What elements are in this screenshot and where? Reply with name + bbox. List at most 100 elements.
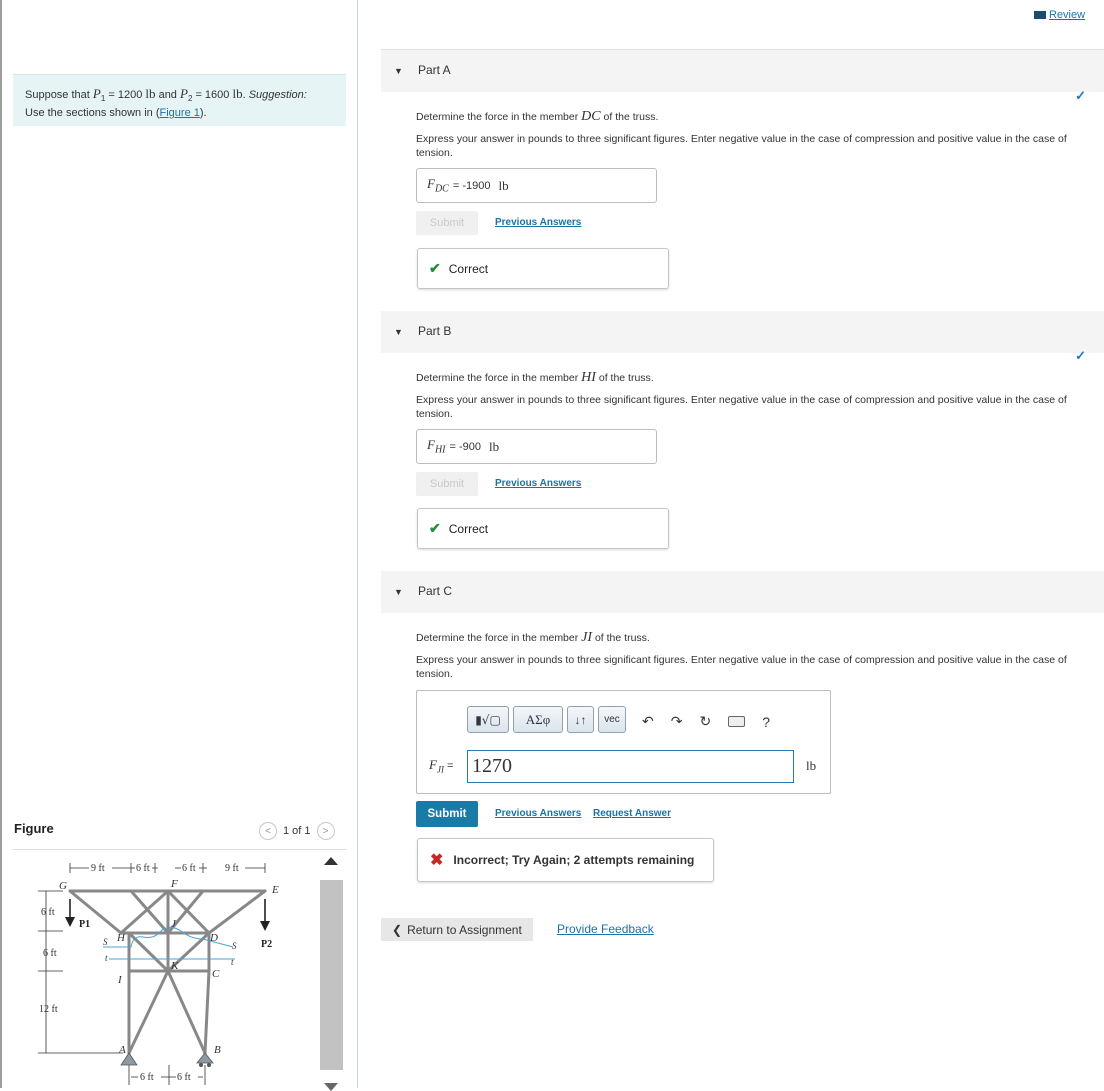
- left-edge-bar: [0, 0, 2, 1088]
- collapse-triangle-icon[interactable]: ▼: [394, 587, 403, 597]
- and-text: and: [155, 89, 180, 101]
- answer-value: = -1900: [452, 179, 491, 192]
- part-b-instructions: Express your answer in pounds to three s…: [416, 394, 1067, 420]
- section-s-right: S: [232, 941, 237, 951]
- part-c-question: Determine the force in the member JI of …: [416, 630, 650, 646]
- figure-divider: [13, 849, 346, 850]
- member-hi: HI: [581, 370, 596, 385]
- answer-unit: lb: [498, 177, 509, 193]
- correct-check-icon: ✔: [429, 260, 441, 276]
- part-a-submit-button: Submit: [416, 211, 478, 235]
- section-s-left: S: [103, 937, 108, 947]
- answer-unit: lb: [806, 758, 817, 773]
- template-icon: ▮√▢: [475, 712, 501, 727]
- math-answer-editor: ▮√▢ ΑΣφ ↓↑ vec ↶ ↷ ↻ ? FJI = 1270 lb: [416, 690, 831, 794]
- part-a-instructions: Express your answer in pounds to three s…: [416, 133, 1067, 159]
- part-c-header[interactable]: ▼ Part C: [381, 571, 1104, 613]
- panel-divider: [357, 0, 358, 1088]
- unit-lb-2: lb: [232, 86, 243, 101]
- templates-button[interactable]: ▮√▢: [467, 706, 509, 733]
- undo-icon[interactable]: ↶: [642, 713, 654, 730]
- node-i: I: [117, 974, 123, 986]
- dim-left-2: 6 ft: [43, 948, 57, 959]
- part-b-feedback: ✔ Correct: [417, 508, 669, 549]
- arrows-button[interactable]: ↓↑: [567, 706, 594, 733]
- answer-unit: lb: [489, 438, 500, 454]
- node-h: H: [116, 932, 126, 944]
- part-c-feedback: ✖ Incorrect; Try Again; 2 attempts remai…: [417, 838, 714, 882]
- part-a-feedback: ✔ Correct: [417, 248, 669, 289]
- question-prefix: Determine the force in the member: [416, 111, 582, 123]
- greek-symbols-button[interactable]: ΑΣφ: [513, 706, 563, 733]
- incorrect-x-icon: ✖: [430, 852, 444, 869]
- redo-icon[interactable]: ↷: [671, 713, 683, 730]
- close-paren: ).: [199, 107, 207, 120]
- part-a-previous-answers-link[interactable]: Previous Answers: [495, 217, 581, 228]
- question-suffix: of the truss.: [592, 632, 650, 644]
- node-b: B: [214, 1044, 221, 1056]
- figure-page-count: 1 of 1: [283, 825, 311, 837]
- review-label[interactable]: Review: [1049, 9, 1085, 21]
- member-ji: JI: [581, 630, 593, 645]
- part-a-question: Determine the force in the member DC of …: [416, 109, 658, 125]
- answer-input[interactable]: 1270: [467, 750, 794, 783]
- problem-text: Suppose that: [25, 89, 90, 101]
- scroll-down-icon[interactable]: [324, 1083, 338, 1091]
- next-figure-button[interactable]: >: [316, 822, 335, 840]
- dim-top-1: 9 ft: [91, 863, 105, 874]
- book-icon: [1034, 11, 1046, 19]
- figure-scroll-thumb[interactable]: [320, 880, 343, 1070]
- provide-feedback-link[interactable]: Provide Feedback: [557, 922, 654, 936]
- question-prefix: Determine the force in the member: [416, 372, 582, 384]
- dim-left-1: 6 ft: [41, 907, 55, 918]
- part-b-title: Part B: [418, 324, 452, 338]
- part-c-previous-answers-link[interactable]: Previous Answers: [495, 808, 581, 819]
- figure-pager: < 1 of 1 >: [259, 822, 335, 840]
- p2-value: = 1600: [192, 89, 233, 101]
- part-c-submit-button[interactable]: Submit: [416, 801, 478, 827]
- part-c-instructions: Express your answer in pounds to three s…: [416, 654, 1067, 680]
- p2-symbol: P: [179, 86, 188, 101]
- reset-icon[interactable]: ↻: [699, 713, 711, 730]
- help-icon[interactable]: ?: [762, 714, 770, 730]
- problem-statement: Suppose that P1 = 1200 lb and P2 = 1600 …: [13, 74, 346, 126]
- math-toolbar: ▮√▢ ΑΣφ ↓↑ vec: [467, 706, 626, 733]
- question-prefix: Determine the force in the member: [416, 632, 582, 644]
- part-b-previous-answers-link[interactable]: Previous Answers: [495, 478, 581, 489]
- node-a: A: [118, 1044, 126, 1056]
- part-b-submit-button: Submit: [416, 472, 478, 496]
- review-link[interactable]: Review: [1034, 9, 1085, 21]
- editor-actions: ↶ ↷ ↻ ?: [642, 713, 770, 730]
- request-answer-link[interactable]: Request Answer: [593, 808, 671, 819]
- chevron-left-icon: ❮: [392, 922, 403, 937]
- section-t-left: t: [105, 953, 108, 963]
- part-a-header[interactable]: ▼ Part A: [381, 50, 1104, 92]
- keyboard-icon[interactable]: [728, 716, 746, 727]
- collapse-triangle-icon[interactable]: ▼: [394, 327, 403, 337]
- dim-bottom-1: 6 ft: [140, 1072, 154, 1083]
- return-label: Return to Assignment: [407, 922, 522, 937]
- part-a-answer-box: FDC = -1900 lb: [416, 168, 657, 203]
- feedback-text: Correct: [448, 261, 489, 276]
- vector-button[interactable]: vec: [598, 706, 626, 733]
- feedback-text: Incorrect; Try Again; 2 attempts remaini…: [453, 853, 695, 867]
- return-to-assignment-button[interactable]: ❮ Return to Assignment: [381, 918, 533, 941]
- answer-value: = -900: [449, 440, 482, 453]
- part-b-answer-box: FHI = -900 lb: [416, 429, 657, 464]
- figure-link[interactable]: Figure 1: [160, 107, 200, 119]
- answer-label: FHI: [427, 437, 446, 456]
- scroll-up-icon[interactable]: [324, 857, 338, 865]
- node-c: C: [212, 968, 220, 980]
- node-e: E: [271, 884, 279, 896]
- question-suffix: of the truss.: [595, 372, 654, 384]
- node-f: F: [170, 878, 178, 890]
- prev-figure-button[interactable]: <: [259, 822, 277, 840]
- node-d: D: [209, 932, 218, 944]
- collapse-triangle-icon[interactable]: ▼: [394, 66, 403, 76]
- part-b-check-icon: ✓: [1075, 348, 1086, 363]
- part-b-header[interactable]: ▼ Part B: [381, 311, 1104, 353]
- member-dc: DC: [581, 109, 601, 124]
- part-a-check-icon: ✓: [1075, 88, 1086, 103]
- answer-label: FJI =: [429, 757, 454, 775]
- part-a-title: Part A: [418, 63, 451, 77]
